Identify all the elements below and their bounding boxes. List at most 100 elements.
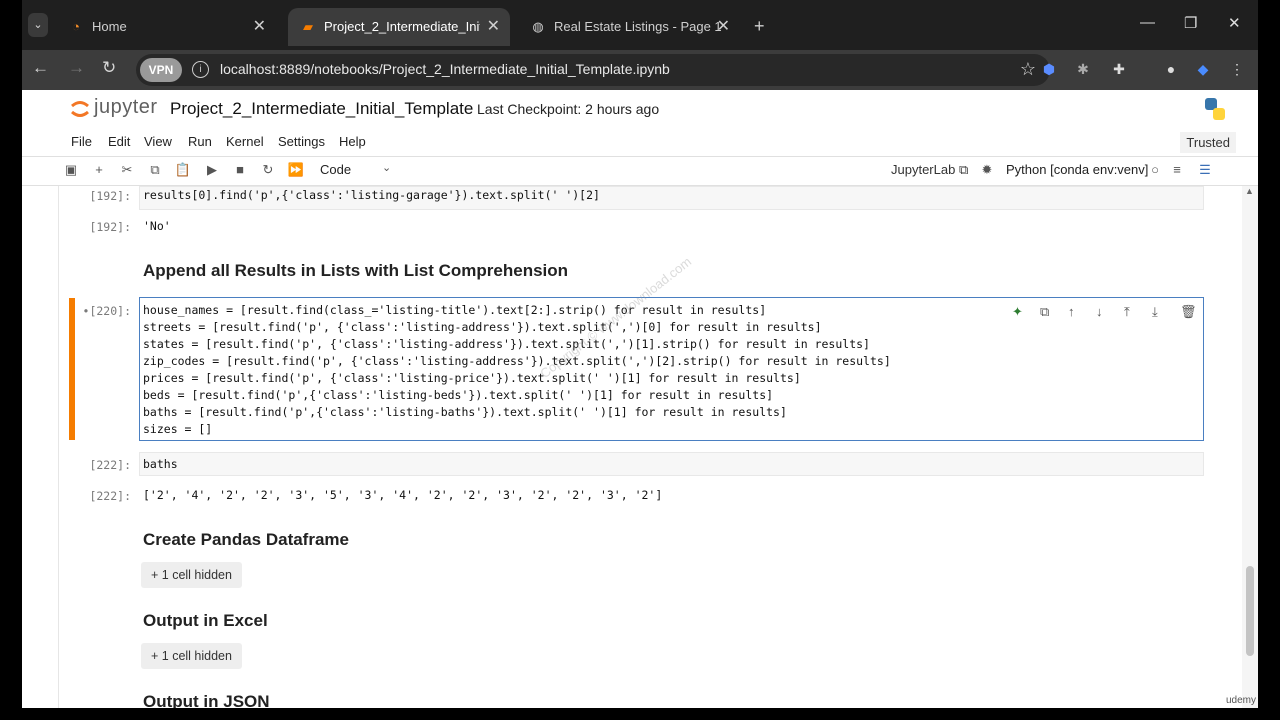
tab-label: Real Estate Listings - Page 1 (554, 19, 722, 34)
output-prompt: [192]: (89, 220, 131, 234)
restore-icon[interactable]: ❐ (1184, 14, 1197, 32)
menu-view[interactable]: View (144, 134, 172, 149)
trusted-indicator[interactable]: Trusted (1180, 132, 1236, 153)
input-prompt: [222]: (89, 458, 131, 472)
notebook-scrollbar[interactable]: ▲ (1242, 186, 1258, 708)
menu-file[interactable]: File (71, 134, 92, 149)
last-checkpoint: Last Checkpoint: 2 hours ago (477, 101, 660, 117)
markdown-heading-excel[interactable]: Output in Excel (143, 611, 268, 631)
chevron-down-icon[interactable]: ⌄ (382, 161, 391, 174)
new-tab-icon[interactable]: + (754, 16, 765, 37)
add-cell-icon[interactable]: + (90, 162, 108, 177)
code-line[interactable]: baths = [result.find('p',{'class':'listi… (143, 404, 787, 421)
code-line[interactable]: house_names = [result.find(class_='listi… (143, 302, 766, 319)
menu-help[interactable]: Help (339, 134, 366, 149)
code-line[interactable]: zip_codes = [result.find('p', {'class':'… (143, 353, 891, 370)
stop-icon[interactable]: ■ (231, 162, 249, 177)
markdown-heading-append[interactable]: Append all Results in Lists with List Co… (143, 261, 568, 281)
tab-search-chevron-icon[interactable]: ⌄ (28, 13, 48, 37)
extension-gear-icon[interactable]: ✱ (1074, 60, 1092, 78)
profile-icon[interactable]: ● (1162, 60, 1180, 78)
tab-label: Project_2_Intermediate_Initial_T (324, 19, 480, 34)
minimize-icon[interactable]: — (1140, 14, 1155, 31)
vpn-shield-icon[interactable]: ◆ (1194, 60, 1212, 78)
forward-icon[interactable]: → (68, 58, 85, 78)
vpn-badge[interactable]: VPN (140, 58, 182, 82)
hidden-cells-button[interactable]: + 1 cell hidden (141, 643, 242, 669)
code-line[interactable]: sizes = [] (143, 421, 212, 438)
globe-icon: ◍ (532, 19, 544, 34)
site-info-icon[interactable]: i (192, 61, 209, 78)
paste-icon[interactable]: 📋 (174, 162, 192, 178)
menu-settings[interactable]: Settings (278, 134, 325, 149)
url-text[interactable]: localhost:8889/notebooks/Project_2_Inter… (220, 61, 670, 77)
debugger-bug-icon[interactable]: ✹ (978, 162, 996, 178)
close-window-icon[interactable]: ✕ (1228, 14, 1241, 32)
cut-icon[interactable]: ✂ (118, 162, 136, 178)
code-line[interactable]: baths (143, 456, 178, 473)
move-down-icon[interactable]: ↓ (1096, 304, 1103, 319)
kernel-name[interactable]: Python [conda env:venv] (1006, 162, 1148, 177)
cell-type-select[interactable]: Code (320, 162, 351, 177)
notebook-panel: [192]: results[0].find('p',{'class':'lis… (58, 186, 1241, 708)
insert-above-icon[interactable]: ⤒ (1124, 304, 1130, 320)
tab-label: Home (92, 19, 127, 34)
restart-run-all-icon[interactable]: ⏩ (287, 162, 305, 178)
restart-icon[interactable]: ↻ (259, 162, 277, 178)
udemy-watermark: udemy (1226, 695, 1257, 706)
property-inspector-icon[interactable]: ☰ (1196, 162, 1214, 178)
jupyter-header: jupyter Project_2_Intermediate_Initial_T… (22, 90, 1258, 128)
code-cell-222-input[interactable] (139, 452, 1204, 476)
code-line[interactable]: streets = [result.find('p', {'class':'li… (143, 319, 822, 336)
input-prompt-modified: •[220]: (82, 304, 131, 318)
close-tab-icon[interactable]: ✕ (487, 16, 500, 36)
notebook-title[interactable]: Project_2_Intermediate_Initial_Template (170, 99, 473, 119)
tab-project-notebook[interactable]: ▰ Project_2_Intermediate_Initial_T ✕ (288, 8, 510, 46)
tab-home[interactable]: ◔ Home ✕ (56, 8, 276, 46)
browser-menu-icon[interactable]: ⋮ (1228, 60, 1246, 78)
code-line[interactable]: results[0].find('p',{'class':'listing-ga… (143, 187, 600, 204)
menu-lines-icon[interactable]: ≡ (1168, 162, 1186, 177)
close-tab-icon[interactable]: ✕ (253, 16, 266, 36)
code-line[interactable]: states = [result.find('p', {'class':'lis… (143, 336, 870, 353)
code-line[interactable]: prices = [result.find('p', {'class':'lis… (143, 370, 801, 387)
menu-kernel[interactable]: Kernel (226, 134, 264, 149)
delete-cell-icon[interactable]: 🗑 (1180, 304, 1197, 320)
run-icon[interactable]: ▶ (203, 162, 221, 178)
address-bar[interactable]: VPN i localhost:8889/notebooks/Project_2… (136, 54, 1050, 86)
code-line[interactable]: beds = [result.find('p',{'class':'listin… (143, 387, 773, 404)
tab-real-estate[interactable]: ◍ Real Estate Listings - Page 1 ✕ (518, 8, 740, 46)
jupyter-tab-icon: ▰ (303, 19, 313, 34)
kernel-status-circle-icon: ○ (1151, 162, 1159, 177)
close-tab-icon[interactable]: ✕ (717, 16, 730, 36)
cell-output: ['2', '4', '2', '2', '3', '5', '3', '4',… (143, 488, 663, 502)
jupyter-logo-icon (71, 101, 89, 117)
move-up-icon[interactable]: ↑ (1068, 304, 1075, 319)
extensions-puzzle-icon[interactable]: ✚ (1110, 60, 1128, 78)
jupyterlab-link-label: JupyterLab (891, 162, 956, 177)
output-prompt: [222]: (89, 489, 131, 503)
bookmark-star-icon[interactable]: ☆ (1020, 59, 1036, 80)
markdown-heading-pandas[interactable]: Create Pandas Dataframe (143, 530, 349, 550)
navigation-bar: ← → ↻ VPN i localhost:8889/notebooks/Pro… (22, 50, 1258, 90)
orange-flame-icon: ◔ (72, 19, 80, 34)
active-cell-indicator (69, 298, 75, 440)
copy-icon[interactable]: ⧉ (146, 162, 164, 178)
scrollbar-thumb[interactable] (1246, 566, 1254, 656)
scroll-up-arrow-icon[interactable]: ▲ (1245, 186, 1254, 196)
back-icon[interactable]: ← (32, 58, 49, 78)
tab-strip: ⌄ ◔ Home ✕ ▰ Project_2_Intermediate_Init… (22, 0, 1258, 50)
extension-shield-icon[interactable]: ⬢ (1040, 60, 1058, 78)
jupyter-logo-text[interactable]: jupyter (94, 96, 158, 119)
browser-window: ⌄ ◔ Home ✕ ▰ Project_2_Intermediate_Init… (22, 0, 1258, 708)
duplicate-cell-icon[interactable]: ⧉ (1040, 304, 1049, 320)
hidden-cells-button[interactable]: + 1 cell hidden (141, 562, 242, 588)
ai-sparkle-icon[interactable]: ✦ (1012, 304, 1023, 320)
menu-run[interactable]: Run (188, 134, 212, 149)
jupyterlab-link[interactable]: JupyterLab ⧉ (891, 162, 968, 178)
insert-below-icon[interactable]: ⤓ (1152, 304, 1158, 320)
save-icon[interactable]: ▣ (62, 162, 80, 178)
menu-edit[interactable]: Edit (108, 134, 130, 149)
reload-icon[interactable]: ↻ (102, 58, 116, 78)
markdown-heading-json[interactable]: Output in JSON (143, 692, 270, 708)
